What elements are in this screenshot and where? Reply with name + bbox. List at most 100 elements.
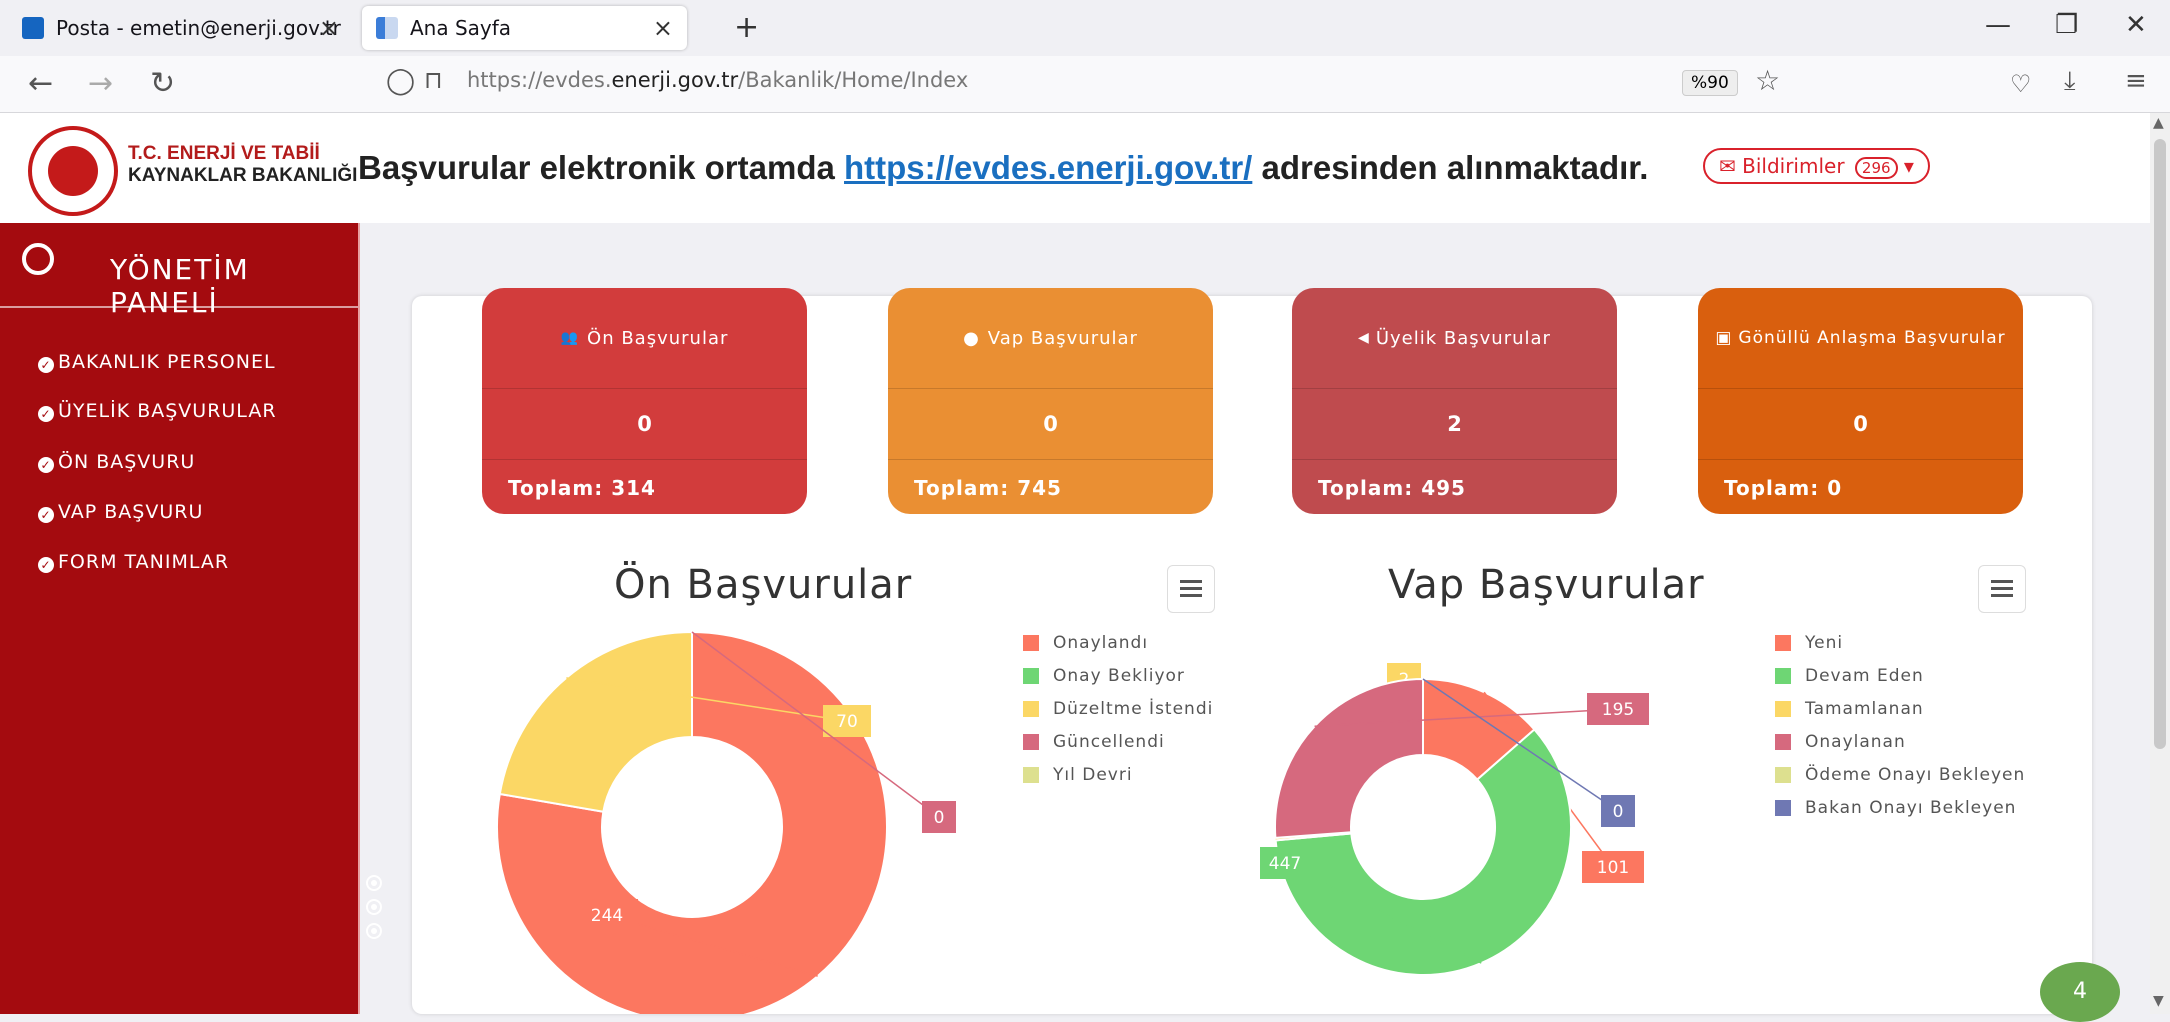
sidebar-item-vap-basvuru[interactable]: ✓ VAP BAŞVURU bbox=[38, 501, 203, 523]
scrollbar[interactable]: ▲ ▼ bbox=[2150, 113, 2170, 1014]
legend-label: Onaylandı bbox=[1053, 632, 1149, 653]
chart-menu-button[interactable] bbox=[1167, 565, 1215, 613]
back-arrow-icon[interactable]: ← bbox=[28, 66, 53, 101]
bookmark-star-icon[interactable]: ☆ bbox=[1755, 64, 1780, 97]
legend-label: Onay Bekliyor bbox=[1053, 665, 1185, 686]
legend-swatch bbox=[1023, 700, 1039, 717]
legend-item[interactable]: Güncellendi bbox=[1023, 725, 1213, 758]
card-value: 0 bbox=[482, 389, 807, 460]
sidebar-item-on-basvuru[interactable]: ✓ ÖN BAŞVURU bbox=[38, 451, 195, 473]
sidebar-item-form-tanimlar[interactable]: ✓ FORM TANIMLAR bbox=[38, 551, 229, 573]
sidebar-item-label: VAP BAŞVURU bbox=[58, 501, 204, 523]
legend-item[interactable]: Yıl Devri bbox=[1023, 758, 1213, 791]
radio-dot-icon[interactable] bbox=[366, 875, 382, 891]
minimize-button[interactable]: — bbox=[1985, 10, 2011, 40]
legend-item[interactable]: Onaylandı bbox=[1023, 626, 1213, 659]
card-title: ▣ Gönüllü Anlaşma Başvurular bbox=[1698, 288, 2023, 389]
url-text: https://evdes.enerji.gov.tr/Bakanlik/Hom… bbox=[467, 68, 969, 92]
legend-item[interactable]: Düzeltme İstendi bbox=[1023, 692, 1213, 725]
legend-swatch bbox=[1775, 700, 1791, 717]
sidebar: YÖNETİM PANELİ ✓ BAKANLIK PERSONEL ✓ ÜYELİ… bbox=[0, 223, 382, 1014]
notifications-label: Bildirimler bbox=[1742, 154, 1845, 178]
chart-title-vap-basvurular: Vap Başvurular bbox=[1388, 562, 1705, 608]
scroll-thumb[interactable] bbox=[2154, 139, 2166, 749]
radio-dot-icon[interactable] bbox=[366, 899, 382, 915]
legend-swatch bbox=[1023, 667, 1039, 684]
slice-düzeltme-i-stendi[interactable] bbox=[498, 630, 693, 813]
announcement: Başvurular elektronik ortamda https://ev… bbox=[358, 149, 1648, 187]
card-on-basvurular[interactable]: 👥 Ön Başvurular 0 Toplam: 314 bbox=[482, 288, 807, 514]
radio-dot-icon[interactable] bbox=[366, 923, 382, 939]
card-uyelik-basvurular[interactable]: ◀ Üyelik Başvurular 2 Toplam: 495 bbox=[1292, 288, 1617, 514]
envelope-icon: ✉ bbox=[1719, 154, 1736, 178]
slice-onaylanan[interactable] bbox=[1274, 677, 1424, 839]
close-window-button[interactable]: ✕ bbox=[2125, 10, 2147, 40]
legend-label: Bakan Onayı Bekleyen bbox=[1805, 797, 2017, 818]
announce-link[interactable]: https://evdes.enerji.gov.tr/ bbox=[844, 149, 1252, 186]
legend-item[interactable]: Onaylanan bbox=[1775, 725, 2025, 758]
legend-swatch bbox=[1775, 667, 1791, 684]
close-tab-icon[interactable]: × bbox=[319, 14, 339, 42]
legend-swatch bbox=[1775, 733, 1791, 750]
check-circle-icon: ✓ bbox=[38, 357, 54, 373]
legend-item[interactable]: Tamamlanan bbox=[1775, 692, 2025, 725]
legend-label: Onaylanan bbox=[1805, 731, 1906, 752]
new-tab-button[interactable]: + bbox=[734, 10, 759, 45]
scroll-up-icon[interactable]: ▲ bbox=[2153, 115, 2164, 131]
ministry-logo-icon[interactable] bbox=[28, 126, 118, 216]
legend-swatch bbox=[1023, 634, 1039, 651]
users-icon: 👥 bbox=[560, 330, 580, 346]
download-icon[interactable]: ⤓ bbox=[2064, 66, 2076, 97]
card-title-text: Ön Başvurular bbox=[587, 327, 729, 349]
legend-item[interactable]: Bakan Onayı Bekleyen bbox=[1775, 791, 2025, 824]
legend-label: Yeni bbox=[1805, 632, 1844, 653]
menu-icon[interactable]: ≡ bbox=[2125, 66, 2147, 96]
notifications-button[interactable]: ✉ Bildirimler 296 ▾ bbox=[1703, 148, 1930, 184]
tab-mail[interactable]: Posta - emetin@enerji.gov.tr × bbox=[8, 6, 353, 50]
legend-item[interactable]: Onay Bekliyor bbox=[1023, 659, 1213, 692]
browser-nav-bar: ← → ↻ ◯ ⊓ https://evdes.enerji.gov.tr/Ba… bbox=[0, 56, 2170, 113]
caret-down-icon: ▾ bbox=[1903, 154, 1914, 178]
sidebar-title: YÖNETİM PANELİ bbox=[110, 253, 250, 319]
sidebar-item-label: ÜYELİK BAŞVURULAR bbox=[58, 400, 277, 422]
address-bar[interactable]: ◯ ⊓ https://evdes.enerji.gov.tr/Bakanlik… bbox=[372, 60, 1812, 106]
legend-label: Devam Eden bbox=[1805, 665, 1924, 686]
announce-text-end: adresinden alınmaktadır. bbox=[1252, 149, 1649, 186]
zoom-level[interactable]: %90 bbox=[1682, 70, 1738, 96]
ministry-logo-text[interactable]: T.C. ENERJİ VE TABİİ KAYNAKLAR BAKANLIĞI bbox=[128, 143, 357, 187]
chart-title-on-basvurular: Ön Başvurular bbox=[614, 562, 913, 608]
page-number-badge: 4 bbox=[2040, 962, 2120, 1022]
card-title: ◀ Üyelik Başvurular bbox=[1292, 288, 1617, 389]
card-gonullu-anlasma[interactable]: ▣ Gönüllü Anlaşma Başvurular 0 Toplam: 0 bbox=[1698, 288, 2023, 514]
scroll-down-icon[interactable]: ▼ bbox=[2153, 993, 2164, 1009]
legend-label: Tamamlanan bbox=[1805, 698, 1924, 719]
reload-icon[interactable]: ↻ bbox=[150, 66, 175, 101]
legend-item[interactable]: Yeni bbox=[1775, 626, 2025, 659]
forward-arrow-icon[interactable]: → bbox=[88, 66, 113, 101]
legend-item[interactable]: Ödeme Onayı Bekleyen bbox=[1775, 758, 2025, 791]
logo-line2: KAYNAKLAR BAKANLIĞI bbox=[128, 165, 358, 186]
pocket-icon[interactable]: ♡ bbox=[2010, 70, 2032, 98]
sidebar-divider bbox=[0, 306, 360, 308]
legend-swatch bbox=[1775, 634, 1791, 651]
sidebar-item-bakanlik-personel[interactable]: ✓ BAKANLIK PERSONEL bbox=[38, 351, 276, 373]
legend-item[interactable]: Devam Eden bbox=[1775, 659, 2025, 692]
data-label: 101 bbox=[1597, 858, 1629, 878]
maximize-button[interactable]: ❐ bbox=[2055, 10, 2078, 40]
card-vap-basvurular[interactable]: ● Vap Başvurular 0 Toplam: 745 bbox=[888, 288, 1213, 514]
chart-menu-button[interactable] bbox=[1978, 565, 2026, 613]
lock-icon[interactable]: ⊓ bbox=[424, 66, 443, 94]
sidebar-item-uyelik-basvurular[interactable]: ✓ ÜYELİK BAŞVURULAR bbox=[38, 400, 277, 422]
data-label: 244 bbox=[591, 906, 623, 926]
legend-label: Yıl Devri bbox=[1053, 764, 1133, 785]
check-circle-icon: ✓ bbox=[38, 457, 54, 473]
close-tab-icon[interactable]: × bbox=[653, 14, 673, 42]
tab-home[interactable]: Ana Sayfa × bbox=[362, 6, 687, 50]
chart-legend-on-basvurular: Onaylandı Onay Bekliyor Düzeltme İstendi Gü… bbox=[1023, 626, 1213, 791]
legend-label: Güncellendi bbox=[1053, 731, 1165, 752]
sidebar-item-label: BAKANLIK PERSONEL bbox=[58, 351, 276, 373]
check-circle-icon: ✓ bbox=[38, 557, 54, 573]
legend-swatch bbox=[1775, 766, 1791, 783]
sidebar-edge bbox=[358, 223, 360, 1014]
globe-icon bbox=[22, 243, 54, 275]
